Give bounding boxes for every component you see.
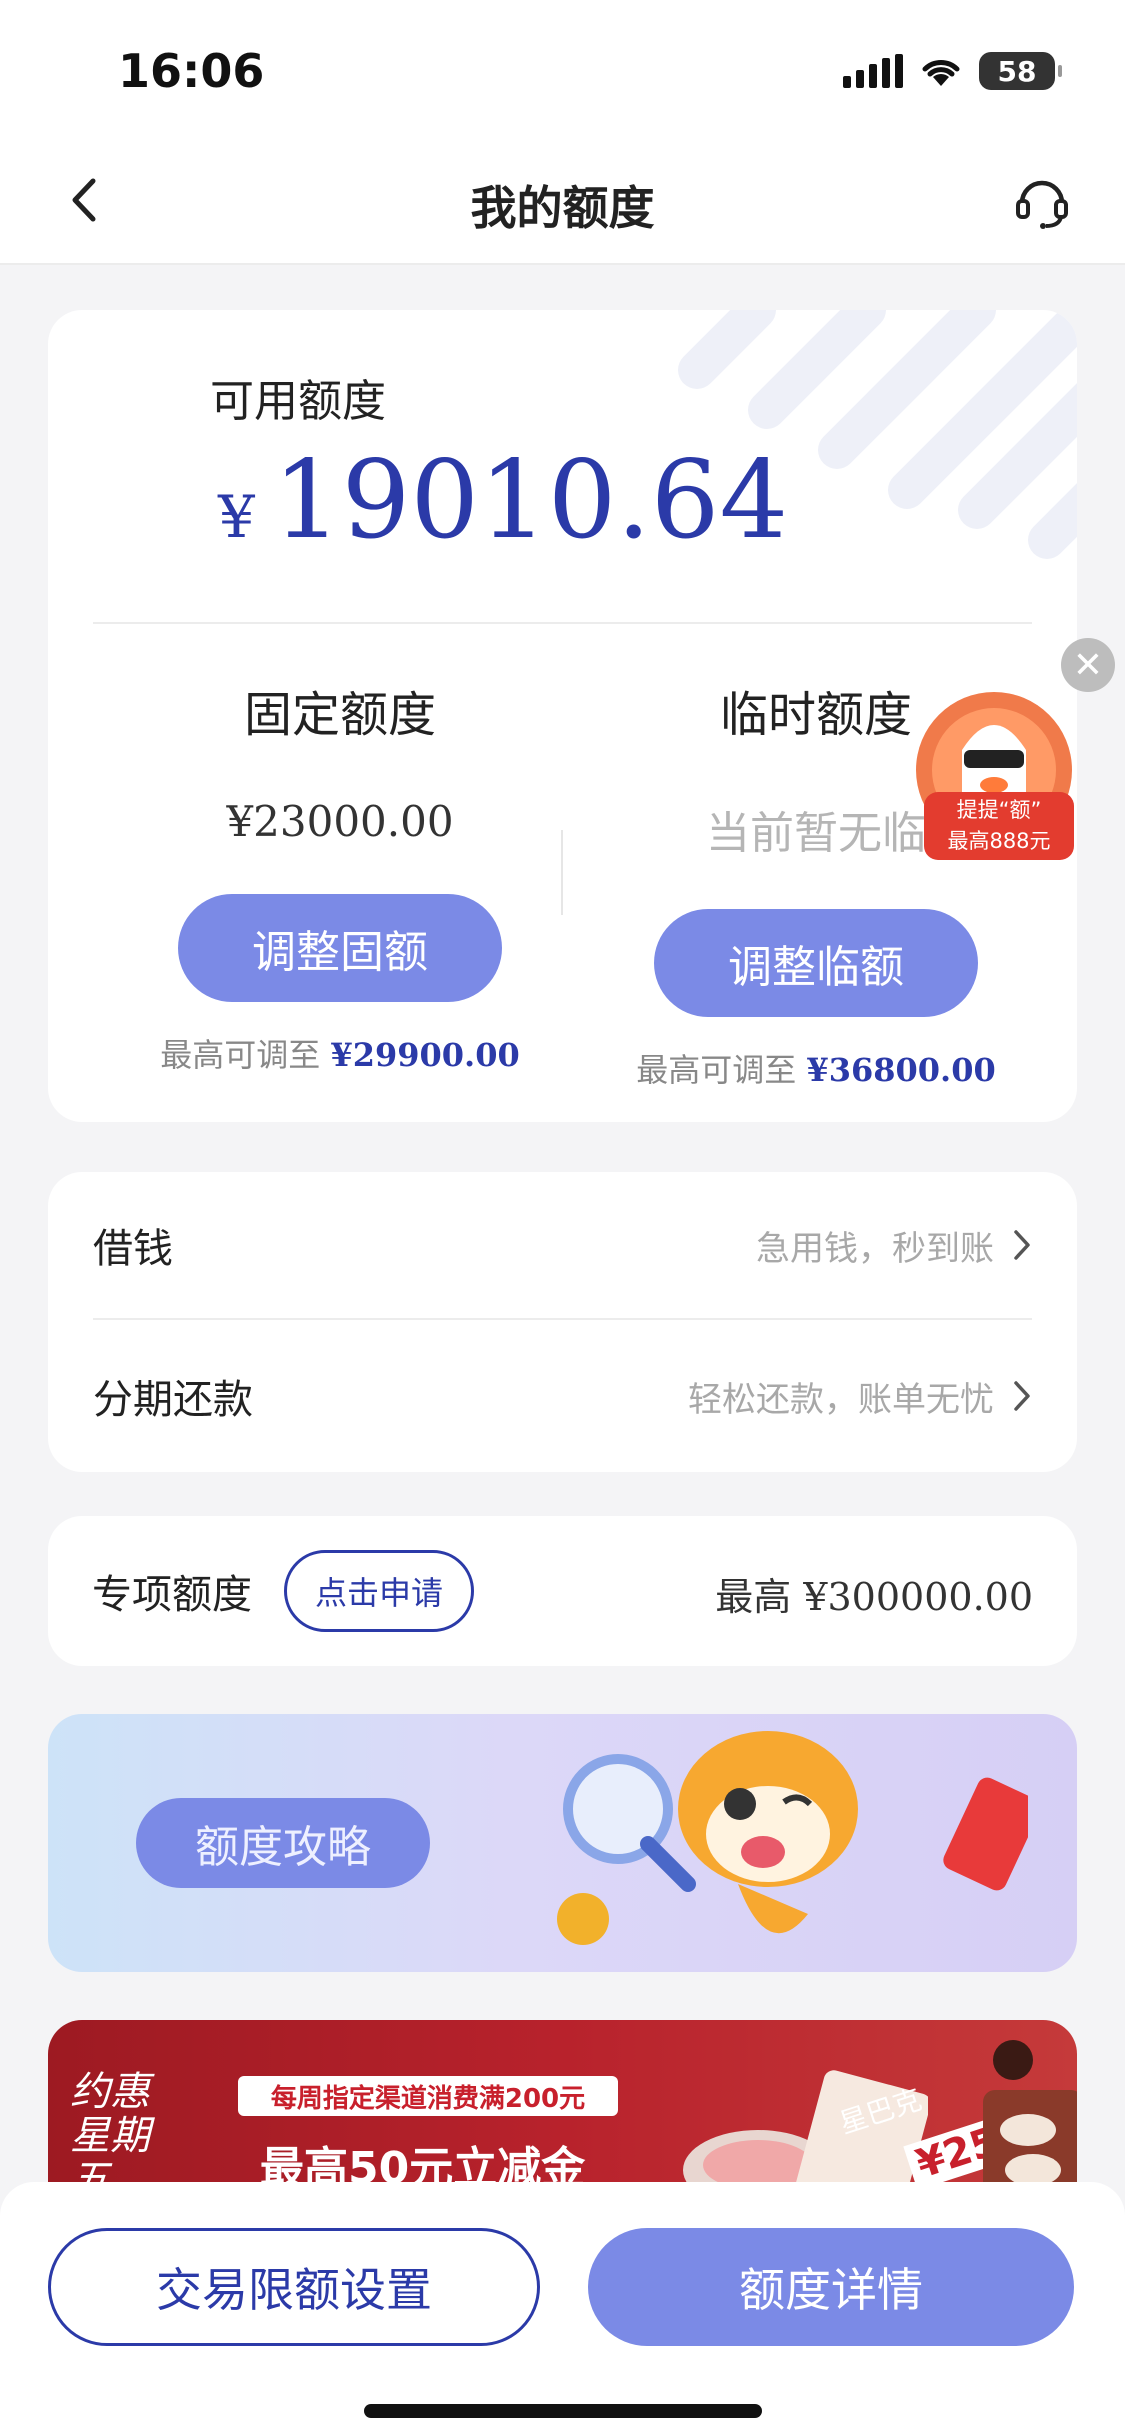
menu-item-title: 借钱 bbox=[93, 1226, 173, 1272]
nav-bar: 我的额度 bbox=[0, 140, 1125, 265]
apply-button[interactable]: 点击申请 bbox=[284, 1550, 474, 1632]
dumpling-illustration bbox=[983, 2040, 1077, 2200]
floating-promo-line1: 提提“额” bbox=[956, 798, 1042, 822]
page-title: 我的额度 bbox=[470, 181, 655, 235]
quota-details-button[interactable]: 额度详情 bbox=[588, 2228, 1074, 2346]
fixed-quota-section: 固定额度 ¥23000.00 调整固额 最高可调至 ¥29900.00 bbox=[120, 675, 560, 1076]
adjust-temporary-quota-button[interactable]: 调整临额 bbox=[654, 909, 978, 1017]
special-quota-max-label: 最高 bbox=[715, 1575, 804, 1619]
strategy-label: 额度攻略 bbox=[136, 1798, 430, 1888]
close-promo-button[interactable]: ✕ bbox=[1061, 638, 1115, 692]
transaction-limit-settings-button[interactable]: 交易限额设置 bbox=[48, 2228, 540, 2346]
status-bar: 16:06 58 bbox=[0, 0, 1125, 140]
available-quota-amount: ¥ 19010.64 bbox=[218, 438, 788, 563]
home-indicator[interactable] bbox=[364, 2404, 762, 2418]
battery-icon: 58 bbox=[979, 52, 1062, 90]
wifi-icon bbox=[922, 60, 960, 86]
special-quota-max: 最高 ¥300000.00 bbox=[715, 1566, 1033, 1621]
available-quota-value: 19010.64 bbox=[272, 438, 789, 563]
menu-item-hint: 急用钱，秒到账 bbox=[756, 1228, 994, 1269]
currency-symbol: ¥ bbox=[218, 483, 255, 551]
temporary-quota-max: 最高可调至 ¥36800.00 bbox=[596, 1045, 1036, 1091]
bottom-action-bar: 交易限额设置 额度详情 bbox=[0, 2182, 1125, 2435]
special-quota-max-value: ¥300000.00 bbox=[803, 1575, 1033, 1619]
special-quota-title: 专项额度 bbox=[92, 1572, 252, 1618]
temporary-quota-max-value: ¥36800.00 bbox=[806, 1051, 996, 1089]
menu-item-borrow[interactable]: 借钱 急用钱，秒到账 bbox=[93, 1172, 1032, 1320]
fixed-quota-max-value: ¥29900.00 bbox=[330, 1036, 520, 1074]
floating-promo-line2: 最高888元 bbox=[947, 829, 1051, 853]
menu-card: 借钱 急用钱，秒到账 分期还款 轻松还款，账单无忧 bbox=[48, 1172, 1077, 1472]
menu-item-installment[interactable]: 分期还款 轻松还款，账单无忧 bbox=[93, 1322, 1032, 1470]
chevron-right-icon bbox=[1014, 1381, 1030, 1411]
fixed-quota-value: ¥23000.00 bbox=[226, 797, 454, 846]
promo-line1: 每周指定渠道消费满200元 bbox=[238, 2076, 618, 2116]
special-quota-card[interactable]: 专项额度 点击申请 最高 ¥300000.00 bbox=[48, 1516, 1077, 1666]
status-time: 16:06 bbox=[118, 44, 265, 98]
adjust-fixed-quota-button[interactable]: 调整固额 bbox=[178, 894, 502, 1002]
quota-strategy-banner[interactable]: 额度攻略 bbox=[48, 1714, 1077, 1972]
battery-level: 58 bbox=[997, 54, 1037, 88]
fixed-quota-max: 最高可调至 ¥29900.00 bbox=[120, 1030, 560, 1076]
fixed-quota-title: 固定额度 bbox=[243, 687, 436, 743]
tiger-mascot-illustration bbox=[557, 1731, 1028, 1945]
temporary-quota-value: 当前暂无临 bbox=[706, 808, 926, 859]
available-quota-label: 可用额度 bbox=[210, 376, 386, 427]
headset-icon bbox=[1016, 180, 1068, 229]
menu-item-title: 分期还款 bbox=[93, 1377, 253, 1423]
divider bbox=[93, 622, 1032, 624]
fixed-quota-max-prefix: 最高可调至 bbox=[160, 1036, 331, 1074]
divider bbox=[561, 830, 563, 915]
menu-item-hint-group: 轻松还款，账单无忧 bbox=[688, 1372, 1032, 1421]
cellular-signal-icon bbox=[843, 54, 903, 88]
status-icons: 58 bbox=[843, 52, 1062, 90]
floating-promo[interactable]: 提提“额” 最高888元 bbox=[906, 690, 1082, 866]
menu-item-hint-group: 急用钱，秒到账 bbox=[756, 1221, 1032, 1270]
menu-item-hint: 轻松还款，账单无忧 bbox=[688, 1379, 994, 1420]
temporary-quota-max-prefix: 最高可调至 bbox=[636, 1051, 807, 1089]
customer-service-button[interactable] bbox=[1007, 166, 1077, 236]
floating-promo-badge: 提提“额” 最高888元 bbox=[924, 792, 1074, 860]
chevron-right-icon bbox=[1014, 1230, 1030, 1260]
close-icon: ✕ bbox=[1072, 644, 1104, 686]
